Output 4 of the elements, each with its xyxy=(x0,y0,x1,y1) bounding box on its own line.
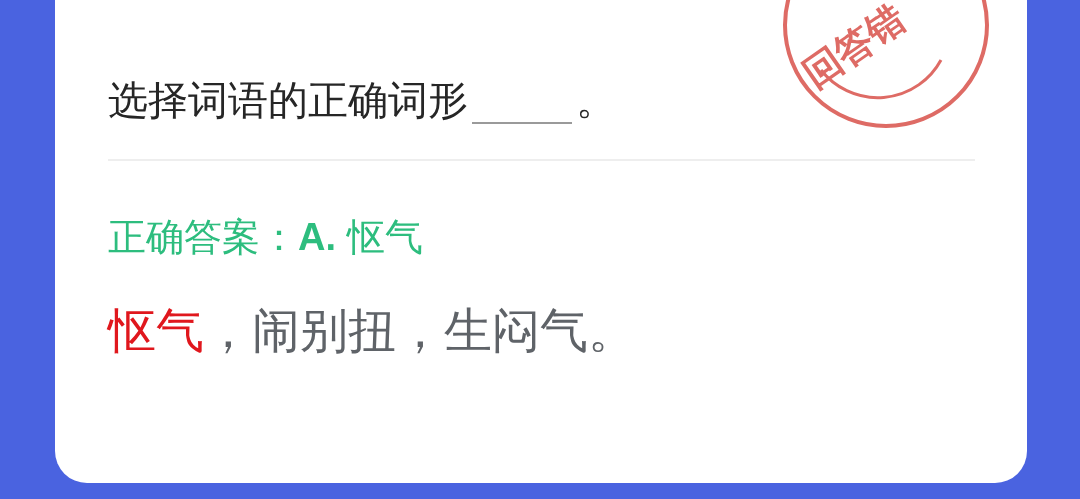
correct-answer: 正确答案：A. 怄气 xyxy=(108,215,424,260)
question-text: 选择词语的正确词形 。 xyxy=(108,77,617,126)
explanation-text: 怄气，闹别扭，生闷气。 xyxy=(108,303,637,359)
stamp-text: 回答错 xyxy=(795,0,913,96)
